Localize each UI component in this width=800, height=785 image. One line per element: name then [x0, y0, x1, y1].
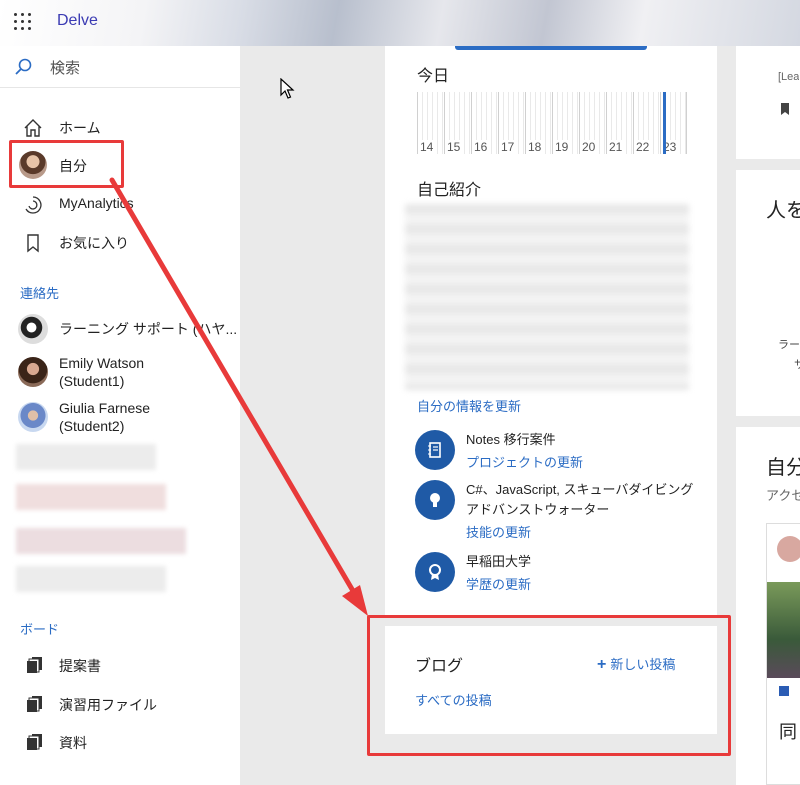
annotation-arrow — [109, 177, 368, 616]
